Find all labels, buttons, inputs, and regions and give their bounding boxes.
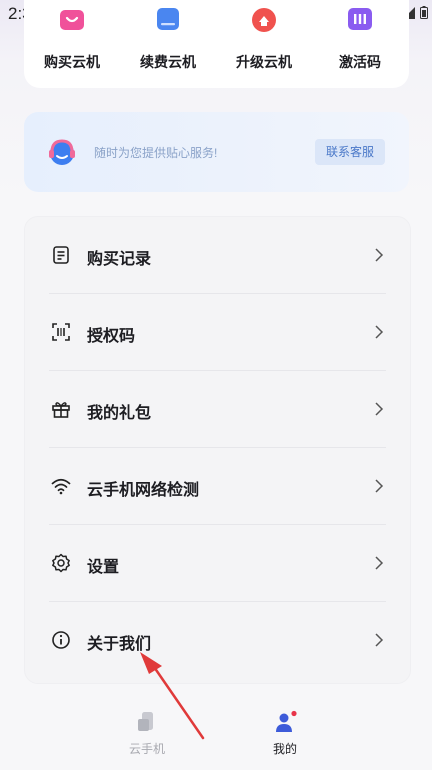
menu-item-authorization-code[interactable]: 授权码 — [49, 294, 386, 371]
menu-item-purchase-records[interactable]: 购买记录 — [49, 217, 386, 294]
wifi-icon — [51, 478, 71, 495]
profile-icon — [276, 710, 297, 732]
gift-icon — [52, 402, 70, 418]
menu-item-label: 云手机网络检测 — [87, 482, 200, 499]
renew-cloud-phone-button[interactable]: 续费云机 — [120, 0, 216, 88]
quick-action-label: 续费云机 — [140, 54, 196, 70]
receipt-icon — [53, 246, 69, 264]
chevron-right-icon — [375, 325, 384, 339]
battery-icon — [420, 6, 428, 19]
cloud-phone-icon — [138, 712, 153, 731]
chevron-right-icon — [375, 248, 384, 262]
menu-item-about-us[interactable]: 关于我们 — [49, 602, 386, 679]
menu-item-label: 授权码 — [87, 328, 136, 345]
menu-item-settings[interactable]: 设置 — [49, 525, 386, 602]
tab-label: 我的 — [272, 742, 297, 756]
menu-item-label: 我的礼包 — [87, 405, 152, 422]
shopping-bag-icon — [60, 10, 84, 30]
settings-gear-icon — [52, 553, 70, 573]
tab-label: 云手机 — [128, 742, 165, 756]
bottom-tab-bar: 云手机 我的 — [0, 690, 432, 770]
chevron-right-icon — [375, 402, 384, 416]
scan-code-icon — [52, 323, 70, 341]
customer-service-card: 随时为您提供贴心服务! 联系客服 — [24, 112, 409, 192]
info-icon — [52, 631, 70, 649]
service-message: 随时为您提供贴心服务! — [94, 146, 218, 160]
tab-mine[interactable]: 我的 — [245, 710, 325, 760]
tab-cloud-phone[interactable]: 云手机 — [107, 710, 187, 760]
buy-cloud-phone-button[interactable]: 购买云机 — [24, 0, 120, 88]
contact-support-button[interactable]: 联系客服 — [314, 139, 385, 165]
menu-item-network-test[interactable]: 云手机网络检测 — [49, 448, 386, 525]
menu-item-label: 设置 — [87, 559, 120, 576]
activation-code-icon — [348, 8, 372, 30]
quick-action-label: 升级云机 — [236, 54, 292, 70]
activation-code-button[interactable]: 激活码 — [312, 0, 408, 88]
menu-item-label: 关于我们 — [87, 636, 152, 653]
quick-action-label: 购买云机 — [44, 54, 100, 70]
quick-action-label: 激活码 — [339, 54, 381, 70]
upgrade-cloud-phone-button[interactable]: 升级云机 — [216, 0, 312, 88]
chevron-right-icon — [375, 479, 384, 493]
notification-dot — [291, 710, 297, 717]
chevron-right-icon — [375, 556, 384, 570]
chevron-right-icon — [375, 633, 384, 647]
renew-card-icon — [157, 8, 179, 30]
menu-item-label: 购买记录 — [87, 251, 152, 268]
quick-actions-card: 购买云机 续费云机 升级云机 激活码 — [24, 0, 409, 88]
menu-item-my-gifts[interactable]: 我的礼包 — [49, 371, 386, 448]
customer-service-headset-icon — [49, 139, 75, 165]
menu-list: 购买记录 授权码 我的礼包 云手机网络检测 设置 关于我们 — [24, 216, 411, 684]
upgrade-arrow-icon — [252, 8, 276, 32]
